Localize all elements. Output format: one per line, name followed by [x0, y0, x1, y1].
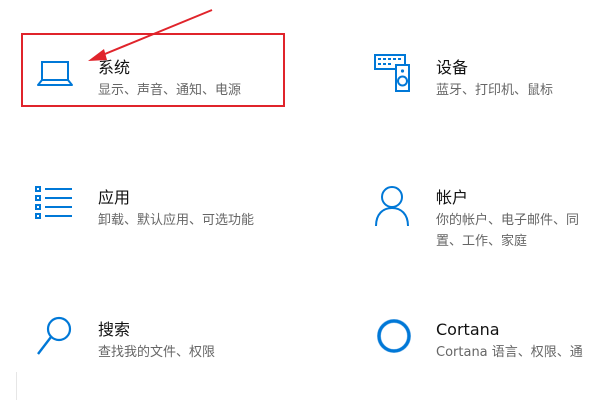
tile-title: 系统 [98, 58, 131, 77]
tile-description: 卸载、默认应用、可选功能 [98, 213, 255, 228]
person-icon [370, 184, 414, 228]
settings-tile-cortana[interactable]: Cortana Cortana 语言、权限、通 [366, 314, 600, 374]
tile-title: 设备 [436, 58, 469, 77]
tile-title: 搜索 [98, 320, 131, 339]
tile-description: Cortana 语言、权限、通 [436, 345, 583, 360]
tile-title: Cortana [436, 320, 500, 339]
divider [16, 372, 17, 400]
tile-description: 你的帐户、电子邮件、同 置、工作、家庭 [436, 210, 579, 252]
cortana-ring-icon [370, 316, 414, 360]
laptop-icon [32, 54, 76, 98]
tile-description-line: 置、工作、家庭 [436, 234, 528, 249]
settings-home: 系统 显示、声音、通知、电源 设备 蓝牙、打印机、鼠标 应用 卸载、默认应用、可… [0, 0, 600, 400]
settings-tile-devices[interactable]: 设备 蓝牙、打印机、鼠标 [366, 52, 600, 112]
tile-description: 显示、声音、通知、电源 [98, 83, 242, 98]
keyboard-speaker-icon [370, 54, 414, 98]
tile-title: 帐户 [436, 188, 469, 207]
settings-tile-search[interactable]: 搜索 查找我的文件、权限 [28, 314, 288, 374]
tile-description: 查找我的文件、权限 [98, 345, 216, 360]
magnifier-icon [32, 316, 76, 360]
tile-description: 蓝牙、打印机、鼠标 [436, 83, 554, 98]
app-list-icon [32, 184, 76, 228]
settings-tile-accounts[interactable]: 帐户 你的帐户、电子邮件、同 置、工作、家庭 [366, 182, 600, 262]
settings-tile-system[interactable]: 系统 显示、声音、通知、电源 [28, 52, 288, 112]
tile-title: 应用 [98, 188, 131, 207]
settings-tile-apps[interactable]: 应用 卸载、默认应用、可选功能 [28, 182, 288, 242]
tile-description-line: 你的帐户、电子邮件、同 [436, 213, 580, 228]
